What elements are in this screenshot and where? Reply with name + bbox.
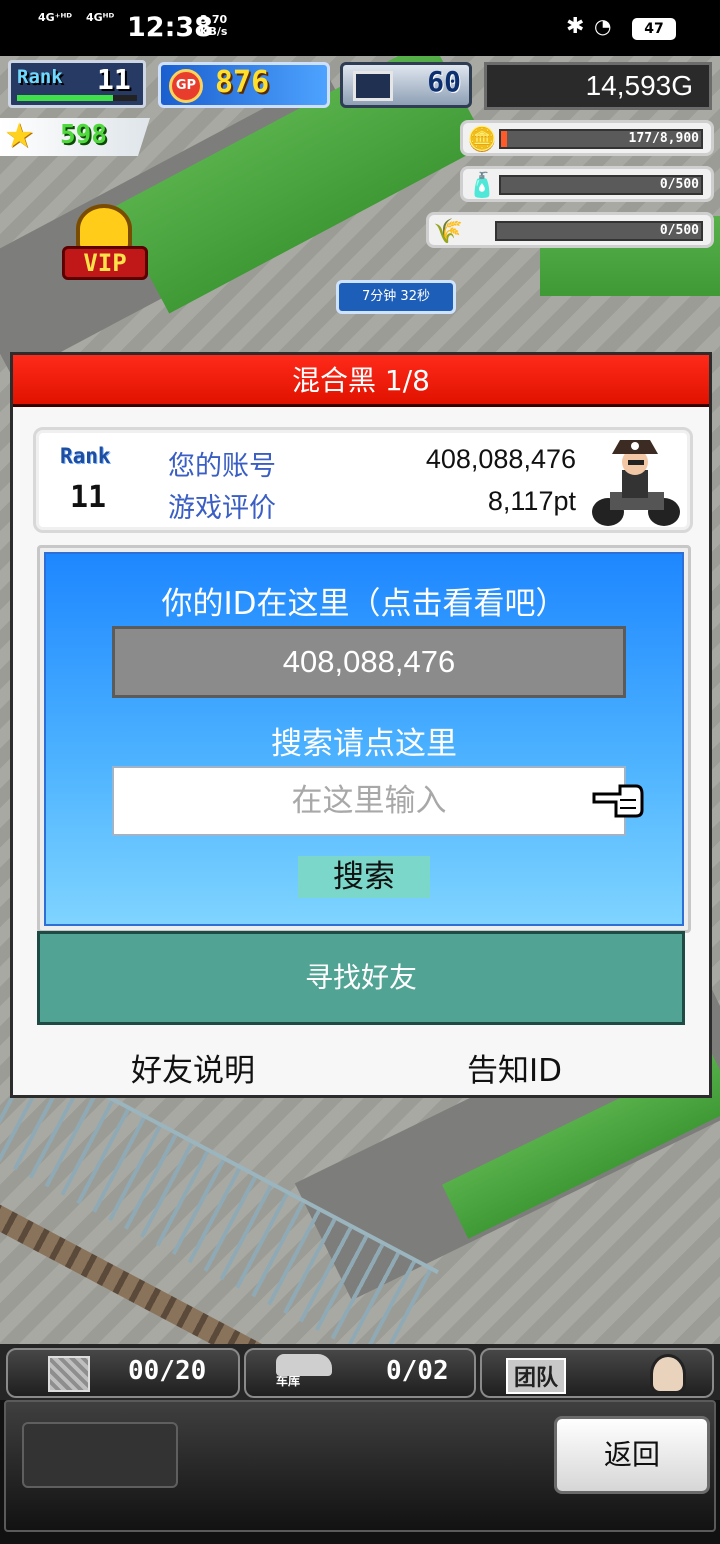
account-id-value: 408,088,476 (425, 444, 576, 474)
find-friends-button[interactable]: 寻找好友 (37, 931, 685, 1025)
battery-icon: 47 (632, 18, 676, 40)
resource-meter-coins: 🪙 177/8,900 (460, 120, 714, 156)
network-speed-unit: KB/s (200, 25, 228, 38)
back-button[interactable]: 返回 (554, 1416, 710, 1494)
wheat-icon: 🌾 (433, 217, 463, 245)
left-menu-button[interactable] (22, 1422, 178, 1488)
resource-bar-fill (501, 131, 507, 147)
rank-progress-bar (17, 95, 137, 101)
pirate-rider-avatar-icon (592, 440, 680, 526)
share-id-link[interactable]: 告知ID (467, 1045, 562, 1090)
car-icon (276, 1354, 332, 1376)
id-panel-inner: 你的ID在这里（点击看看吧） 408,088,476 搜索请点这里 在这里输入 … (44, 552, 684, 926)
gp-coin-icon: GP (169, 69, 203, 103)
money-display: 14,593G (484, 62, 712, 110)
resource-text: 0/500 (659, 223, 699, 238)
system-status-bar: 4G⁺ᴴᴰ 4Gᴴᴰ 12:38 3.70 KB/s ✱ ◔ 47 (0, 0, 720, 56)
account-rank-label: Rank (60, 444, 111, 468)
search-input[interactable]: 在这里输入 (112, 766, 626, 836)
friend-dialog: 混合黑 1/8 Rank 11 您的账号 408,088,476 游戏评价 8,… (10, 352, 712, 1098)
resource-meter-bottle: 🧴 0/500 (460, 166, 714, 202)
rank-value: 11 (97, 63, 131, 96)
signal-icon-1: 4G⁺ᴴᴰ (38, 11, 73, 24)
bottom-status-strip: 00/20 车库 0/02 团队 (0, 1344, 720, 1400)
gp-value: 876 (215, 65, 270, 100)
signal-icon-2: 4Gᴴᴰ (86, 11, 115, 24)
rank-progress-fill (17, 95, 113, 101)
search-button[interactable]: 搜索 (298, 856, 430, 898)
player-id-box[interactable]: 408,088,476 (112, 626, 626, 698)
computer-icon (353, 71, 393, 101)
id-panel: 你的ID在这里（点击看看吧） 408,088,476 搜索请点这里 在这里输入 … (37, 545, 691, 933)
storage-slot[interactable]: 00/20 (6, 1348, 240, 1398)
wifi-icon: ◔ (594, 14, 612, 38)
resource-meter-wheat: 🌾 0/500 (426, 212, 714, 248)
resource-text: 0/500 (659, 177, 699, 192)
rank-display[interactable]: Rank 11 (8, 60, 146, 108)
bottom-panel: 返回 (4, 1400, 716, 1532)
computer-points-value: 60 (427, 65, 461, 98)
account-rank-value: 11 (70, 480, 107, 515)
account-rating-label: 游戏评价 (168, 493, 276, 524)
search-heading: 搜索请点这里 (271, 726, 457, 762)
vip-label: VIP (62, 246, 148, 280)
pointing-hand-icon (592, 784, 644, 818)
network-speed: 3.70 KB/s (200, 14, 227, 38)
bluetooth-icon: ✱ (566, 14, 585, 39)
star-value: 598 (60, 120, 107, 150)
dialog-title: 混合黑 1/8 (13, 355, 709, 407)
account-id-label: 您的账号 (168, 451, 276, 482)
account-card: Rank 11 您的账号 408,088,476 游戏评价 8,117pt (33, 427, 693, 533)
computer-points-display[interactable]: 60 (340, 62, 472, 108)
team-slot[interactable]: 团队 (480, 1348, 714, 1398)
garage-value: 0/02 (386, 1356, 449, 1386)
rank-label: Rank (17, 66, 63, 88)
account-rating-value: 8,117pt (487, 486, 576, 516)
resource-text: 177/8,900 (628, 131, 699, 146)
star-icon: ★ (4, 116, 35, 156)
bottle-icon: 🧴 (467, 171, 497, 199)
friend-help-link[interactable]: 好友说明 (131, 1045, 255, 1090)
star-display: ★ 598 (0, 118, 150, 156)
build-timer: 7分钟 32秒 (336, 280, 456, 314)
id-heading: 你的ID在这里（点击看看吧） (161, 586, 567, 622)
storage-value: 00/20 (128, 1356, 207, 1386)
garage-slot[interactable]: 车库 0/02 (244, 1348, 476, 1398)
team-label: 团队 (506, 1358, 567, 1394)
bottom-bar: 00/20 车库 0/02 团队 返回 (0, 1344, 720, 1544)
storage-box-icon (48, 1356, 90, 1392)
staff-portrait-icon (650, 1354, 686, 1394)
vip-badge[interactable]: VIP (60, 200, 150, 280)
gp-display[interactable]: GP 876 (158, 62, 330, 108)
coin-stack-icon: 🪙 (467, 125, 497, 153)
